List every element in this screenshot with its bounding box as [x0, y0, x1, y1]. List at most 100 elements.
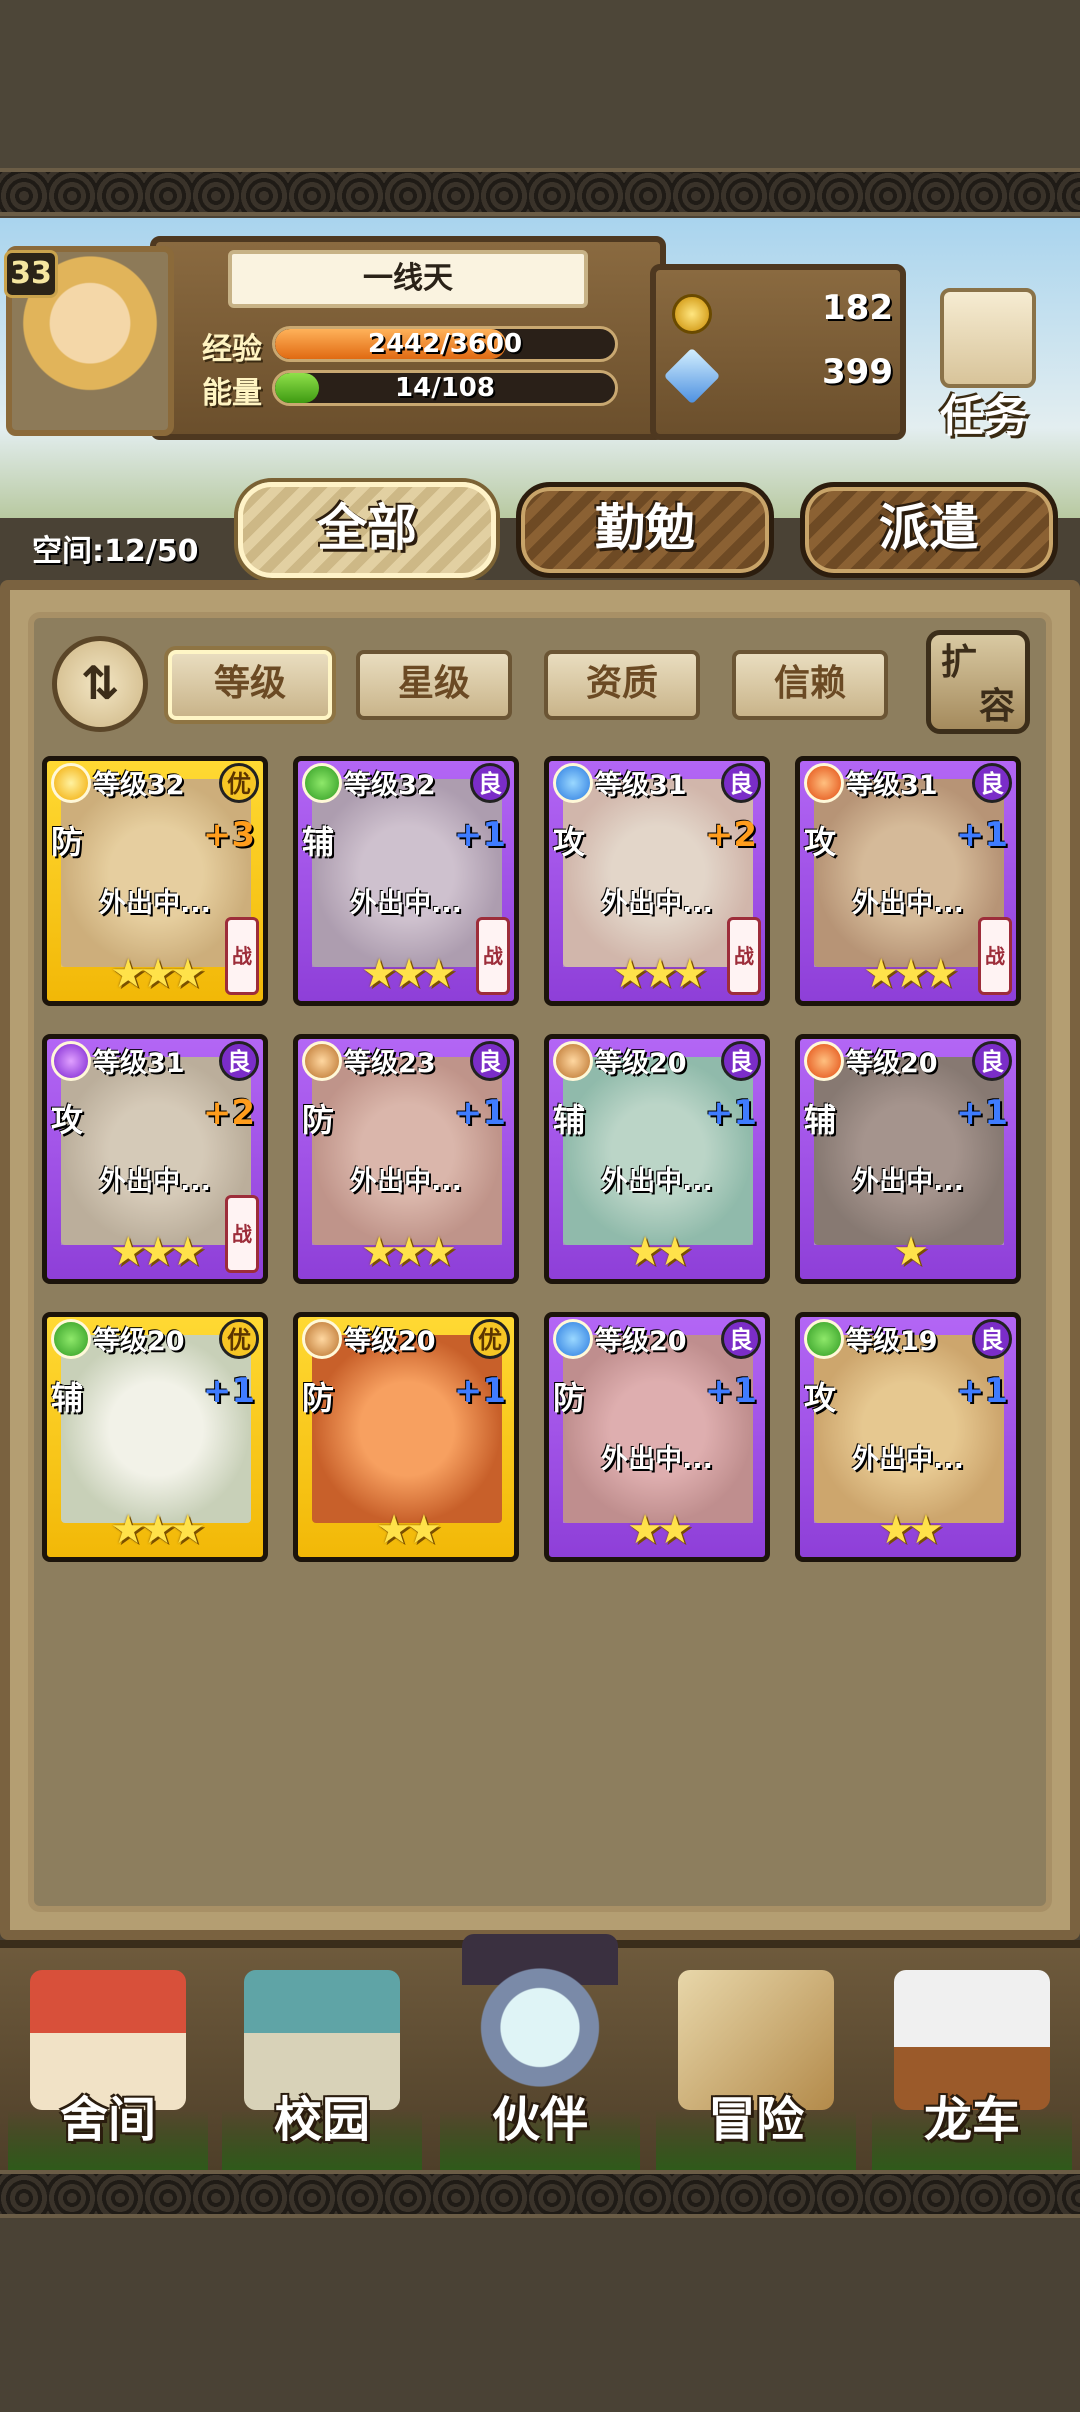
hero-role: 防: [553, 1379, 586, 1417]
nav-adventure[interactable]: 冒险: [656, 1960, 856, 2170]
nav-carriage[interactable]: 龙车: [872, 1960, 1072, 2170]
storage-space: 空间:12/50: [32, 534, 199, 569]
nav-adventure-label: 冒险: [707, 2092, 804, 2148]
hero-card[interactable]: 等级20 良防 +1 外出中... ★★: [544, 1312, 770, 1562]
tab-dispatch[interactable]: 派遣: [800, 482, 1058, 578]
hero-card[interactable]: 等级23 良防 +1 外出中... ★★★: [293, 1034, 519, 1284]
hero-role: 防: [51, 823, 84, 861]
hero-stars: ★★: [376, 1507, 442, 1553]
hero-role: 攻: [553, 823, 586, 861]
nav-campus[interactable]: 校园: [222, 1960, 422, 2170]
hero-card[interactable]: 等级31 良攻 +2 外出中... ★★★ 战: [42, 1034, 268, 1284]
expand-label-1: 扩: [941, 642, 978, 683]
hero-role: 防: [302, 1379, 335, 1417]
player-level-badge: 33: [4, 250, 58, 298]
away-overlay: [312, 779, 502, 967]
hero-stars: ★: [893, 1229, 929, 1275]
hero-card[interactable]: 等级31 良攻 +2 外出中... ★★★ 战: [544, 756, 770, 1006]
nav-carriage-label: 龙车: [923, 2092, 1020, 2148]
away-overlay: [312, 1057, 502, 1245]
hero-card[interactable]: 等级31 良攻 +1 外出中... ★★★ 战: [795, 756, 1021, 1006]
hero-role: 攻: [804, 1379, 837, 1417]
hero-quality-badge: 良: [470, 763, 510, 803]
hero-away-status: 外出中...: [601, 1444, 713, 1475]
hero-card[interactable]: 等级20 优辅 +1 ★★★: [42, 1312, 268, 1562]
gold-value: 182: [822, 288, 893, 328]
hero-enhance-level: +1: [955, 1093, 1008, 1133]
nav-partner[interactable]: 伙伴: [440, 1930, 640, 2170]
hero-enhance-level: +3: [202, 815, 255, 855]
gold-coin-icon: [672, 294, 712, 334]
bottom-ornament-border: [0, 2170, 1080, 2218]
tab-all[interactable]: 全部: [238, 482, 496, 578]
hero-level: 等级32: [93, 770, 185, 801]
hero-role: 辅: [804, 1101, 837, 1139]
hero-card[interactable]: 等级20 优防 +1 ★★: [293, 1312, 519, 1562]
hero-level: 等级19: [846, 1326, 938, 1357]
hero-quality-badge: 优: [219, 763, 259, 803]
hero-level: 等级20: [93, 1326, 185, 1357]
top-ornament-border: [0, 168, 1080, 216]
hero-enhance-level: +2: [704, 815, 757, 855]
element-water-icon: [553, 763, 593, 803]
away-overlay: [814, 1335, 1004, 1523]
hero-quality-badge: 良: [470, 1041, 510, 1081]
hero-enhance-level: +1: [704, 1371, 757, 1411]
nav-dorm[interactable]: 舍间: [8, 1960, 208, 2170]
away-overlay: [61, 779, 251, 967]
hero-card[interactable]: 等级20 良辅 +1 外出中... ★★: [544, 1034, 770, 1284]
hero-away-status: 外出中...: [99, 1166, 211, 1197]
hero-card[interactable]: 等级32 优防 +3 外出中... ★★★ 战: [42, 756, 268, 1006]
hero-level: 等级20: [344, 1326, 436, 1357]
hero-card[interactable]: 等级20 良辅 +1 外出中... ★: [795, 1034, 1021, 1284]
hero-card[interactable]: 等级19 良攻 +1 外出中... ★★: [795, 1312, 1021, 1562]
hero-stars: ★★★: [361, 1229, 457, 1275]
hero-role: 辅: [51, 1379, 84, 1417]
energy-bar: 14/108: [272, 370, 618, 406]
hero-level: 等级23: [344, 1048, 436, 1079]
hero-enhance-level: +1: [453, 815, 506, 855]
exp-bar: 2442/3600: [272, 326, 618, 362]
hero-away-status: 外出中...: [852, 888, 964, 919]
element-fire-icon: [804, 763, 844, 803]
hero-quality-badge: 良: [721, 1041, 761, 1081]
task-button[interactable]: 任务: [900, 268, 1076, 446]
battle-tag: 战: [225, 917, 259, 995]
element-fire-icon: [804, 1041, 844, 1081]
filter-level[interactable]: 等级: [168, 650, 332, 720]
hero-away-status: 外出中...: [852, 1444, 964, 1475]
witch-partner-icon: [462, 1934, 618, 2104]
energy-value: 14/108: [395, 373, 495, 403]
hero-card[interactable]: 等级32 良辅 +1 外出中... ★★★ 战: [293, 756, 519, 1006]
expand-capacity-button[interactable]: 扩 容: [926, 630, 1030, 734]
element-earth-icon: [302, 1041, 342, 1081]
hero-quality-badge: 良: [972, 1041, 1012, 1081]
hero-away-status: 外出中...: [350, 1166, 462, 1197]
battle-tag: 战: [727, 917, 761, 995]
player-name: 一线天: [228, 250, 588, 308]
element-earth-icon: [302, 1319, 342, 1359]
element-wood-icon: [804, 1319, 844, 1359]
hero-role: 攻: [804, 823, 837, 861]
hero-away-status: 外出中...: [601, 1166, 713, 1197]
hero-enhance-level: +1: [955, 815, 1008, 855]
hero-quality-badge: 良: [972, 763, 1012, 803]
expand-label-2: 容: [978, 686, 1015, 727]
bottom-background: [0, 2246, 1080, 2412]
hero-portrait: [61, 1335, 251, 1523]
element-dark-icon: [51, 1041, 91, 1081]
hero-role: 攻: [51, 1101, 84, 1139]
element-wood-icon: [302, 763, 342, 803]
filter-star[interactable]: 星级: [356, 650, 512, 720]
hero-quality-badge: 优: [470, 1319, 510, 1359]
filter-quality[interactable]: 资质: [544, 650, 700, 720]
filter-trust[interactable]: 信赖: [732, 650, 888, 720]
hero-level: 等级31: [595, 770, 687, 801]
sort-order-button[interactable]: ⇅: [52, 636, 148, 732]
hero-stars: ★★: [627, 1507, 693, 1553]
hero-quality-badge: 良: [721, 1319, 761, 1359]
hero-quality-badge: 良: [219, 1041, 259, 1081]
hero-level: 等级32: [344, 770, 436, 801]
exp-value: 2442/3600: [367, 329, 523, 359]
tab-diligent[interactable]: 勤勉: [516, 482, 774, 578]
